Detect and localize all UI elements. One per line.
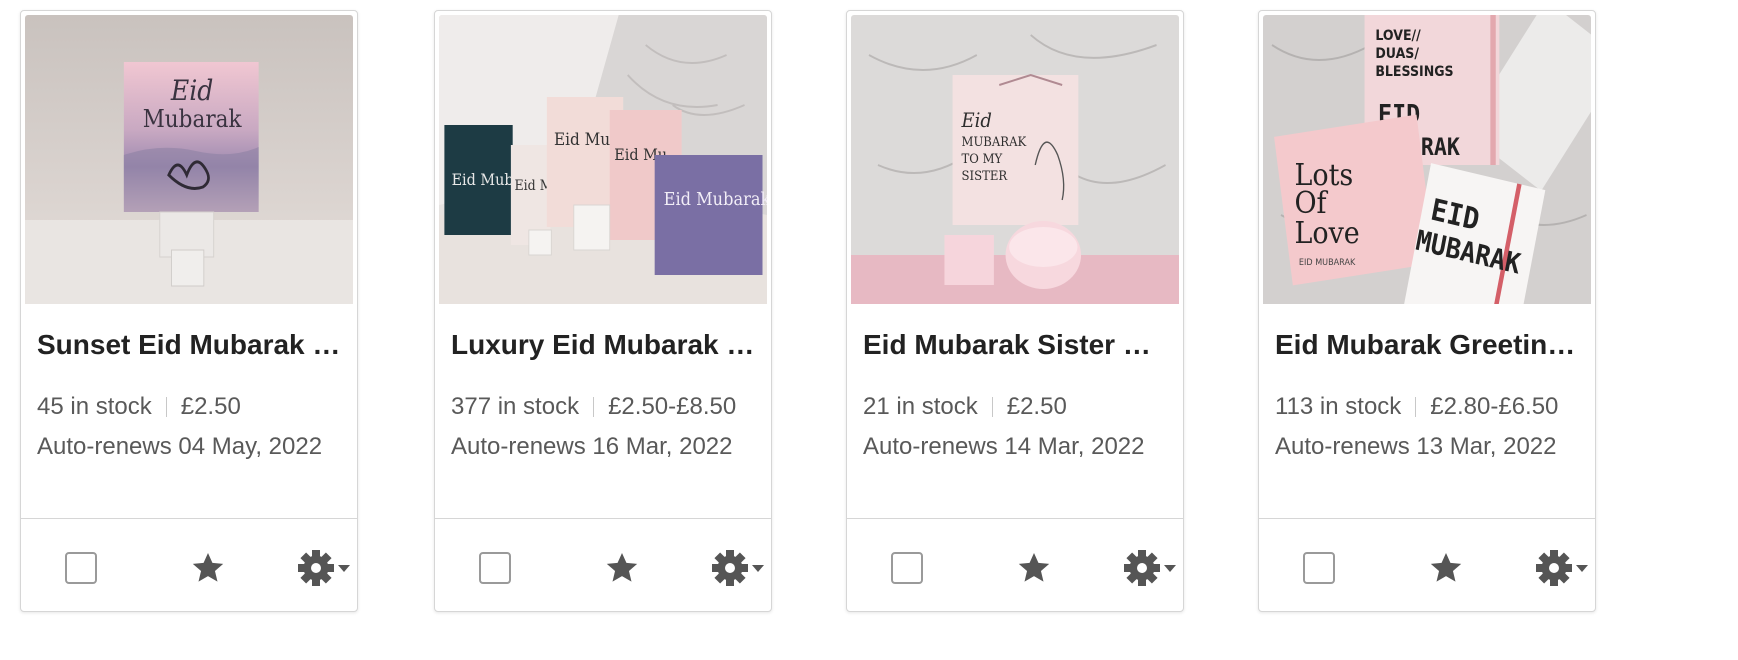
listing-title[interactable]: Luxury Eid Mubarak Greeting Card (451, 329, 757, 361)
image-text: Eid (961, 109, 992, 132)
renewal-date: Auto-renews 14 Mar, 2022 (863, 433, 1145, 460)
card-actions (435, 518, 771, 611)
listing-image[interactable]: Eid MUBARAK TO MY SISTER (851, 15, 1179, 304)
listing-image[interactable]: LOVE// DUAS/ BLESSINGS EID MUBARAK Lots … (1263, 15, 1591, 304)
gear-menu-button[interactable] (1123, 548, 1183, 588)
image-text: MUBARAK (962, 134, 1027, 149)
image-text: DUAS/ (1375, 46, 1419, 62)
caret-down-icon (338, 565, 350, 572)
image-text: Eid (170, 75, 213, 108)
stock-count: 21 in stock (863, 393, 978, 420)
star-icon[interactable] (1015, 549, 1053, 587)
star-icon[interactable] (189, 549, 227, 587)
stock-count: 45 in stock (37, 393, 152, 420)
select-checkbox[interactable] (479, 552, 511, 584)
caret-down-icon (1576, 565, 1588, 572)
listing-meta: 45 in stock £2.50 (37, 393, 241, 421)
stock-count: 113 in stock (1275, 393, 1402, 420)
select-checkbox[interactable] (1303, 552, 1335, 584)
listing-meta: 21 in stock £2.50 (863, 393, 1067, 421)
listing-card: Eid Muba Eid M Eid Mub Eid Mu Eid Mubara… (434, 10, 772, 612)
listing-card: LOVE// DUAS/ BLESSINGS EID MUBARAK Lots … (1258, 10, 1596, 612)
image-text: LOVE// (1375, 28, 1421, 44)
renewal-date: Auto-renews 04 May, 2022 (37, 433, 323, 460)
image-text: TO MY (962, 151, 1004, 166)
gear-icon (1124, 550, 1160, 586)
divider (593, 397, 595, 417)
image-text: BLESSINGS (1375, 64, 1453, 80)
gear-menu-button[interactable] (1535, 548, 1595, 588)
renewal-date: Auto-renews 16 Mar, 2022 (451, 433, 733, 460)
gear-icon (298, 550, 334, 586)
listing-title[interactable]: Sunset Eid Mubarak Greeting Card (37, 329, 343, 361)
stock-count: 377 in stock (451, 393, 580, 420)
gear-menu-button[interactable] (297, 548, 357, 588)
listing-image[interactable]: Eid Muba Eid M Eid Mub Eid Mu Eid Mubara… (439, 15, 767, 304)
listing-meta: 113 in stock £2.80-£6.50 (1275, 393, 1558, 421)
image-text: Love (1294, 216, 1359, 251)
listing-price: £2.50 (1006, 393, 1067, 420)
image-text: EID MUBARAK (1299, 258, 1356, 269)
star-icon[interactable] (603, 549, 641, 587)
caret-down-icon (1164, 565, 1176, 572)
select-checkbox[interactable] (65, 552, 97, 584)
listing-card: Eid Mubarak Sunset Eid Mubarak Greeting … (20, 10, 358, 612)
select-checkbox[interactable] (891, 552, 923, 584)
renewal-date: Auto-renews 13 Mar, 2022 (1275, 433, 1557, 460)
listing-title[interactable]: Eid Mubarak Greeting Card (1275, 329, 1581, 361)
caret-down-icon (752, 565, 764, 572)
listing-card: Eid MUBARAK TO MY SISTER Eid Mubarak Sis… (846, 10, 1184, 612)
card-actions (847, 518, 1183, 611)
card-actions (1259, 518, 1595, 611)
divider (165, 397, 167, 417)
listing-meta: 377 in stock £2.50-£8.50 (451, 393, 736, 421)
listing-image[interactable]: Eid Mubarak (25, 15, 353, 304)
image-text: Eid Mubarak (664, 189, 767, 210)
card-actions (21, 518, 357, 611)
listing-title[interactable]: Eid Mubarak Sister Card (863, 329, 1169, 361)
gear-icon (1536, 550, 1572, 586)
divider (1415, 397, 1417, 417)
star-icon[interactable] (1427, 549, 1465, 587)
divider (991, 397, 993, 417)
listing-price: £2.50 (180, 393, 241, 420)
gear-menu-button[interactable] (711, 548, 771, 588)
gear-icon (712, 550, 748, 586)
image-text: Mubarak (143, 106, 242, 133)
image-text: SISTER (962, 168, 1008, 183)
listing-price: £2.50-£8.50 (608, 393, 737, 420)
listing-price: £2.80-£6.50 (1430, 393, 1559, 420)
